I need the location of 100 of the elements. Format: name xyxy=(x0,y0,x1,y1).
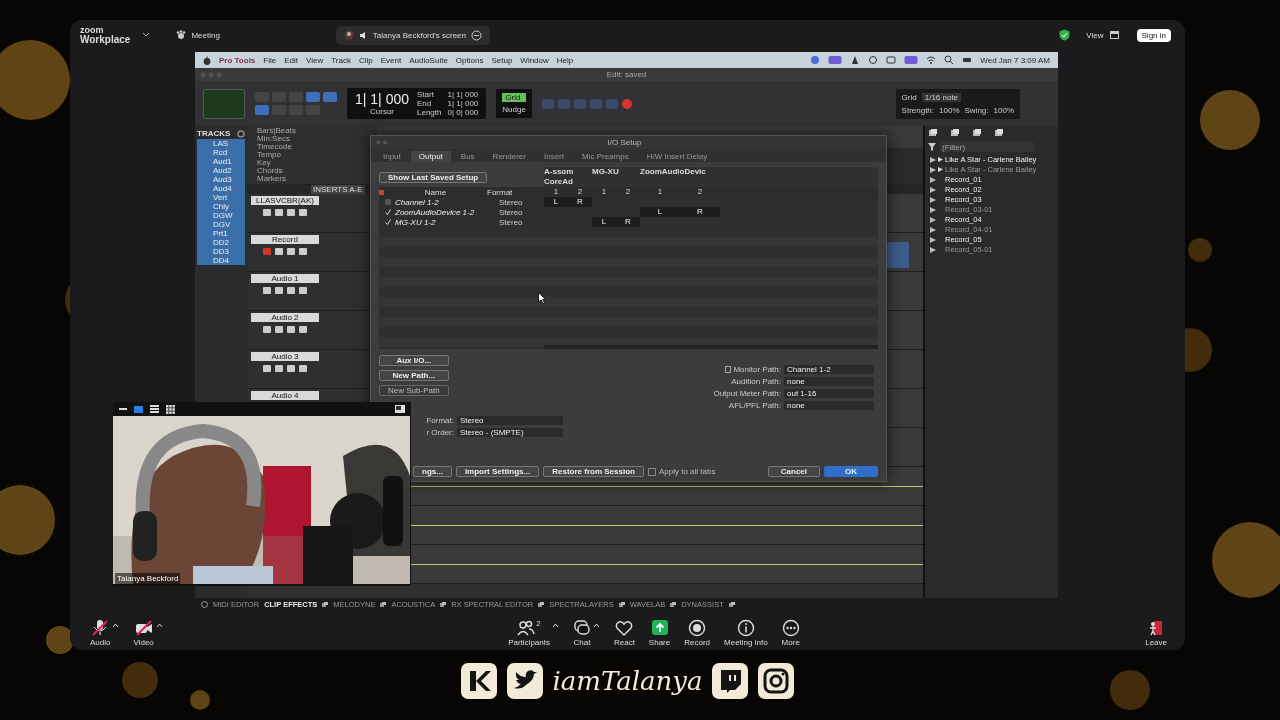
menu-item[interactable]: Window xyxy=(520,55,549,65)
restore-button[interactable]: Restore from Session xyxy=(543,466,644,477)
record-button[interactable] xyxy=(621,98,632,109)
path-name[interactable]: MG-XU 1-2 xyxy=(395,217,495,227)
tab[interactable]: Output xyxy=(410,151,451,162)
channel-assignment[interactable]: R xyxy=(568,197,592,207)
transport-button[interactable] xyxy=(573,98,586,109)
channel-assignment[interactable]: L xyxy=(640,207,680,217)
menu-item[interactable]: Track xyxy=(331,55,351,65)
menu-item[interactable]: Event xyxy=(380,55,402,65)
record-enable-button[interactable] xyxy=(263,209,271,216)
tab[interactable]: Input xyxy=(375,151,409,162)
share-tab[interactable]: Talanya Beckford's screen xyxy=(335,25,490,45)
track-list-item[interactable]: DGW xyxy=(197,211,245,220)
track-list-item[interactable]: DD4 xyxy=(197,256,245,265)
record-enable-button[interactable] xyxy=(263,365,271,372)
track-list-item[interactable]: DD3 xyxy=(197,247,245,256)
path-dropdown[interactable]: Channel 1-2 xyxy=(784,365,874,374)
toolbar-button[interactable]: Chat xyxy=(572,618,591,647)
channel-assignment[interactable]: L xyxy=(544,197,568,207)
show-last-saved-button[interactable]: Show Last Saved Setup xyxy=(379,171,488,183)
menu-item[interactable]: View xyxy=(306,55,324,65)
path-name[interactable]: Channel 1-2 xyxy=(395,197,495,207)
track-name[interactable]: Audio 1 xyxy=(251,274,319,283)
track-list-item[interactable]: Aud1 xyxy=(197,157,245,166)
sign-in-button[interactable]: Sign in xyxy=(1136,28,1171,42)
track-list-item[interactable]: DD2 xyxy=(197,238,245,247)
track-list-item[interactable]: Rcd xyxy=(197,148,245,157)
dialog-button[interactable]: New Path... xyxy=(379,370,449,381)
channel-assignment[interactable]: R xyxy=(616,217,640,227)
format-dropdown[interactable]: Stereo - (SMPTE) xyxy=(457,428,563,437)
cancel-button[interactable]: Cancel xyxy=(767,466,820,477)
tab[interactable]: Bus xyxy=(452,151,483,162)
track-list-item[interactable]: Aud2 xyxy=(197,166,245,175)
transport-button[interactable] xyxy=(605,98,618,109)
track-list-item[interactable]: DGV xyxy=(197,220,245,229)
field-label: AFL/PFL Path: xyxy=(728,401,781,410)
toolbar-button[interactable]: React xyxy=(613,618,635,647)
tool-button[interactable] xyxy=(323,92,337,102)
track-name[interactable]: Audio 3 xyxy=(251,352,319,361)
export-settings-button[interactable]: ngs... xyxy=(413,466,452,477)
record-enable-button[interactable] xyxy=(263,248,271,255)
record-enable-button[interactable] xyxy=(263,326,271,333)
path-dropdown[interactable]: none xyxy=(784,377,874,386)
track-name[interactable]: Audio 2 xyxy=(251,313,319,322)
track-list-item[interactable]: Chly xyxy=(197,202,245,211)
toolbar-button[interactable]: More xyxy=(781,618,800,647)
toolbar-button[interactable]: 2 Participants xyxy=(508,618,550,647)
track-list-item[interactable]: Vert xyxy=(197,193,245,202)
path-dropdown[interactable]: none xyxy=(784,401,874,410)
menu-item[interactable]: AudioSuite xyxy=(409,55,448,65)
transport-button[interactable] xyxy=(557,98,570,109)
ok-button[interactable]: OK xyxy=(824,466,878,477)
record-enable-button[interactable] xyxy=(263,287,271,294)
row-checkbox[interactable] xyxy=(385,209,391,215)
edit-mode-panel[interactable] xyxy=(203,88,245,119)
toolbar-button[interactable]: Audio xyxy=(90,618,111,647)
tool-button[interactable] xyxy=(255,105,269,115)
menu-item[interactable]: Setup xyxy=(491,55,513,65)
tab[interactable]: Insert xyxy=(535,151,572,162)
transport-button[interactable] xyxy=(541,98,554,109)
toolbar-button[interactable]: Meeting info xyxy=(724,618,768,647)
leave-button[interactable]: Leave xyxy=(1145,618,1167,647)
toolbar-button[interactable]: Video xyxy=(133,618,154,647)
track-list-item[interactable]: Aud3 xyxy=(197,175,245,184)
toolbar-button[interactable]: Record xyxy=(684,618,710,647)
tab[interactable]: Mic Preamps xyxy=(574,151,637,162)
dialog-button[interactable]: Aux I/O... xyxy=(379,355,449,366)
track-name[interactable]: Audio 4 xyxy=(251,391,319,400)
grid-value-field[interactable]: 1/16 note xyxy=(921,92,962,102)
row-checkbox[interactable] xyxy=(385,199,391,205)
track-list-item[interactable]: LAS xyxy=(197,139,245,148)
track-name[interactable]: Record xyxy=(251,235,319,244)
row-checkbox[interactable] xyxy=(385,219,391,225)
menu-item[interactable]: File xyxy=(263,55,277,65)
import-settings-button[interactable]: Import Settings... xyxy=(455,466,540,477)
filter-field[interactable]: (Filter) xyxy=(940,142,1034,152)
view-button[interactable]: View xyxy=(1086,30,1104,40)
path-dropdown[interactable]: out 1-16 xyxy=(784,389,874,398)
menu-item[interactable]: Options xyxy=(455,55,484,65)
toolbar-button[interactable]: Share xyxy=(648,618,671,647)
track-list-item[interactable]: Prt1 xyxy=(197,229,245,238)
field-label: r Order: xyxy=(426,428,454,437)
track-list-item[interactable]: Aud4 xyxy=(197,184,245,193)
menu-item[interactable]: Clip xyxy=(358,55,373,65)
channel-assignment[interactable]: L xyxy=(592,217,616,227)
path-name[interactable]: ZoomAudioDevice 1-2 xyxy=(395,207,495,217)
menu-item[interactable]: Edit xyxy=(284,55,298,65)
track-name[interactable]: LLASVCBR(AK) xyxy=(251,196,319,205)
tool-button[interactable] xyxy=(306,92,320,102)
tab[interactable]: Renderer xyxy=(484,151,534,162)
menu-item[interactable]: Pro Tools xyxy=(219,55,256,65)
format-dropdown[interactable]: Stereo xyxy=(457,416,563,425)
transport-button[interactable] xyxy=(589,98,602,109)
grid-mode-button[interactable]: Grid xyxy=(502,93,526,102)
channel-assignment[interactable]: R xyxy=(680,207,720,217)
panel-title: TRACKS xyxy=(197,129,231,138)
tab[interactable]: H/W Insert Delay xyxy=(638,151,716,162)
menu-item[interactable]: Help xyxy=(556,55,574,65)
checkbox[interactable] xyxy=(647,467,656,476)
